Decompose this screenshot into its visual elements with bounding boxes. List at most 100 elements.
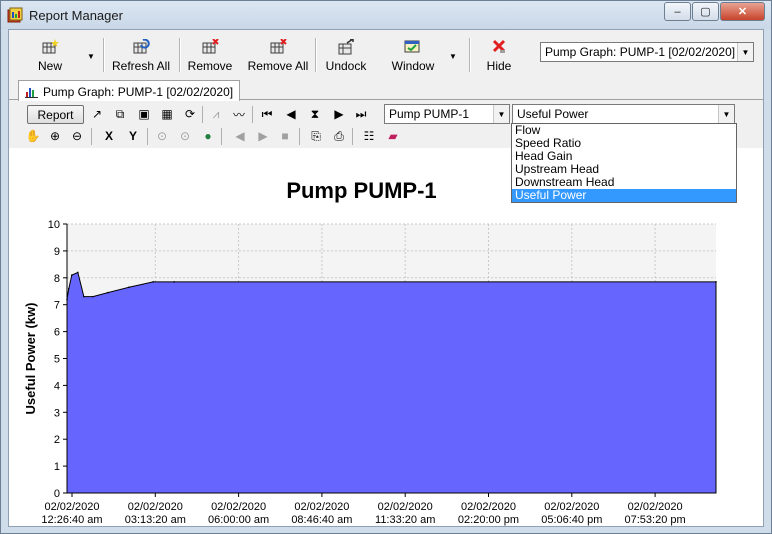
refresh-icon[interactable]: ⟳	[182, 106, 198, 122]
window-title: Report Manager	[29, 8, 123, 23]
y-tick-label: 9	[54, 246, 60, 258]
parameter-dropdown-list[interactable]: Flow Speed Ratio Head Gain Upstream Head Dow…	[511, 123, 737, 203]
minimize-button[interactable]: –	[664, 2, 691, 21]
hide-icon	[492, 39, 506, 53]
window-dropdown-arrow[interactable]: ▼	[449, 52, 457, 61]
series-chart-icon[interactable]: ⩘	[208, 106, 224, 122]
y-tick-label: 10	[48, 219, 60, 231]
refresh-all-label: Refresh All	[111, 59, 171, 73]
toolbar-separator	[147, 128, 148, 145]
play-back-icon[interactable]: ◀	[232, 128, 248, 144]
chevron-down-icon[interactable]: ▼	[737, 43, 753, 61]
zoom-fit-icon[interactable]: ⊙	[154, 128, 170, 144]
data-point	[128, 286, 130, 289]
next-icon[interactable]: ▶	[331, 106, 347, 122]
x-tick-label-time: 11:33:20 am	[375, 514, 435, 526]
y-tick-label: 5	[54, 354, 60, 366]
x-tick-label-time: 07:53:20 pm	[625, 514, 686, 526]
data-point	[715, 281, 717, 283]
toolbar-separator	[179, 38, 181, 72]
copy-chart-icon[interactable]: ⧉	[112, 106, 128, 122]
copy-icon[interactable]: ⎘	[308, 128, 324, 144]
close-button[interactable]: ✕	[720, 2, 765, 21]
save-icon[interactable]: ▣	[136, 106, 152, 122]
toolbar-separator	[202, 106, 203, 123]
edit-chart-icon[interactable]: ↗	[89, 106, 105, 122]
chevron-down-icon[interactable]: ▼	[493, 105, 509, 123]
zoom-out-icon[interactable]: ⊖	[69, 128, 85, 144]
report-manager-window: Report Manager – ▢ ✕ New ▼ Refresh All R…	[0, 0, 772, 534]
play-forward-icon[interactable]: ▶	[255, 128, 271, 144]
undock-button[interactable]: Undock	[321, 36, 371, 76]
print-icon[interactable]: ⎙	[331, 128, 347, 144]
y-axis-icon[interactable]: Y	[125, 128, 141, 144]
area-series	[66, 271, 717, 494]
window-button[interactable]: Window	[389, 36, 437, 76]
title-bar[interactable]: Report Manager – ▢ ✕	[1, 1, 771, 29]
previous-icon[interactable]: ◀	[283, 106, 299, 122]
report-tab-strip: Pump Graph: PUMP-1 [02/02/2020]	[9, 78, 763, 101]
toolbar-separator	[315, 38, 317, 72]
remove-all-icon	[270, 39, 287, 54]
maximize-button[interactable]: ▢	[692, 2, 719, 21]
tab-pump-graph[interactable]: Pump Graph: PUMP-1 [02/02/2020]	[18, 80, 241, 101]
x-tick-label-time: 06:00:00 am	[208, 514, 269, 526]
new-label: New	[37, 59, 62, 73]
hourglass-icon[interactable]: ⧗	[307, 106, 323, 122]
x-tick-label-time: 02:20:00 pm	[458, 514, 519, 526]
tab-label: Pump Graph: PUMP-1 [02/02/2020]	[43, 85, 234, 99]
x-axis-icon[interactable]: X	[101, 128, 117, 144]
remove-icon	[202, 39, 219, 54]
x-tick-label-date: 02/02/2020	[544, 501, 599, 513]
last-icon[interactable]: ⏭	[353, 106, 369, 122]
data-point	[77, 271, 79, 274]
main-toolbar: New ▼ Refresh All Remove Remove All Undo…	[9, 30, 763, 78]
properties-icon[interactable]: ☷	[361, 128, 377, 144]
report-button[interactable]: Report	[27, 105, 84, 124]
y-tick-label: 7	[54, 300, 60, 312]
x-tick-label-date: 02/02/2020	[211, 501, 266, 513]
data-point	[71, 274, 73, 276]
parameter-select[interactable]: Useful Power ▼	[512, 104, 735, 124]
undock-icon	[338, 39, 354, 55]
remove-all-button[interactable]: Remove All	[244, 36, 312, 76]
x-tick-label-time: 12:26:40 am	[41, 514, 102, 526]
x-tick-label-time: 03:13:20 am	[125, 514, 186, 526]
hide-button[interactable]: Hide	[481, 36, 517, 76]
new-report-icon	[42, 39, 59, 54]
book-icon[interactable]: ▰	[385, 128, 401, 144]
first-icon[interactable]: ⏮	[259, 106, 275, 122]
y-axis-label: Useful Power (kw)	[23, 303, 38, 415]
toolbar-separator	[252, 106, 253, 123]
new-button[interactable]: New	[33, 36, 67, 76]
new-dropdown-arrow[interactable]: ▼	[87, 52, 95, 61]
refresh-all-button[interactable]: Refresh All	[109, 36, 173, 76]
save-all-icon[interactable]: ▦	[159, 106, 175, 122]
hand-pan-icon[interactable]: ✋	[25, 128, 41, 144]
zoom-in-icon[interactable]: ⊕	[47, 128, 63, 144]
y-tick-label: 0	[54, 488, 60, 500]
remove-button[interactable]: Remove	[185, 36, 235, 76]
y-tick-label: 1	[54, 461, 60, 473]
line-chart-icon[interactable]: 〰	[231, 106, 247, 122]
parameter-select-value: Useful Power	[517, 107, 589, 121]
globe-icon[interactable]: ●	[200, 128, 216, 144]
data-point	[68, 287, 70, 290]
object-select[interactable]: Pump PUMP-1 ▼	[384, 104, 510, 124]
zoom-reset-icon[interactable]: ⊙	[177, 128, 193, 144]
bar-chart-icon	[25, 88, 38, 98]
remove-label: Remove	[187, 59, 233, 73]
useful-power-chart[interactable]: Pump PUMP-101234567891002/02/202012:26:4…	[9, 148, 763, 534]
x-tick-label-date: 02/02/2020	[378, 501, 433, 513]
dropdown-option[interactable]: Useful Power	[512, 189, 736, 202]
report-select[interactable]: Pump Graph: PUMP-1 [02/02/2020] ▼	[540, 42, 754, 62]
chevron-down-icon[interactable]: ▼	[718, 105, 734, 123]
object-select-value: Pump PUMP-1	[389, 107, 470, 121]
data-point	[92, 295, 94, 298]
toolbar-separator	[299, 128, 300, 145]
undock-label: Undock	[325, 59, 367, 73]
toolbar-separator	[221, 128, 222, 145]
data-point	[152, 281, 154, 283]
toolbar-separator	[469, 38, 471, 72]
stop-icon[interactable]: ■	[277, 128, 293, 144]
